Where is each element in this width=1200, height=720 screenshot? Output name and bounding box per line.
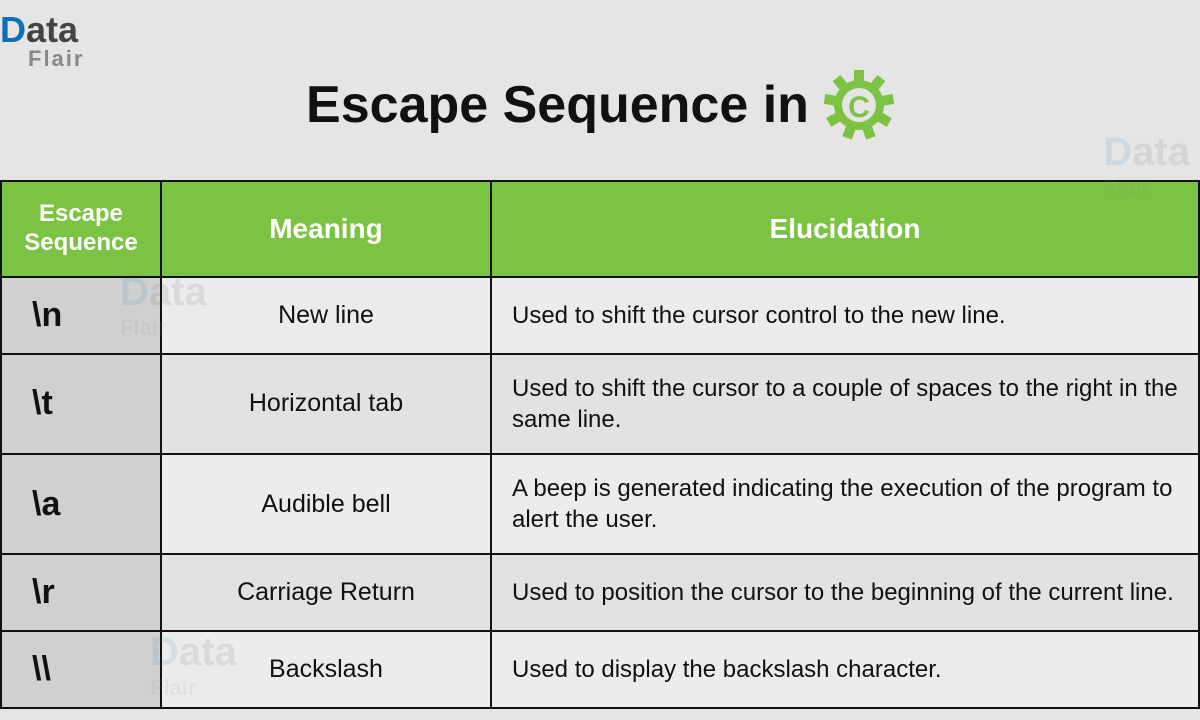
cell-elucidation: Used to display the backslash character. — [491, 631, 1199, 708]
page-title-wrap: Escape Sequence in — [0, 0, 1200, 180]
cell-seq: \t — [1, 354, 161, 454]
table-header-row: Escape Sequence Meaning Elucidation — [1, 181, 1199, 277]
table-row: \a Audible bell A beep is generated indi… — [1, 454, 1199, 554]
title-text: Escape Sequence in — [306, 75, 809, 135]
cell-seq: \r — [1, 554, 161, 631]
cell-meaning: Backslash — [161, 631, 491, 708]
cell-elucidation: Used to shift the cursor control to the … — [491, 277, 1199, 354]
cell-meaning: Audible bell — [161, 454, 491, 554]
page-title: Escape Sequence in — [306, 70, 894, 140]
table-row: \t Horizontal tab Used to shift the curs… — [1, 354, 1199, 454]
cell-meaning: Horizontal tab — [161, 354, 491, 454]
cell-meaning: New line — [161, 277, 491, 354]
header-escape-sequence: Escape Sequence — [1, 181, 161, 277]
cell-seq: \n — [1, 277, 161, 354]
svg-text:C: C — [848, 91, 870, 124]
table-row: \r Carriage Return Used to position the … — [1, 554, 1199, 631]
brand-logo: Data Flair — [0, 12, 84, 70]
table-row: \\ Backslash Used to display the backsla… — [1, 631, 1199, 708]
cell-seq: \a — [1, 454, 161, 554]
cell-meaning: Carriage Return — [161, 554, 491, 631]
header-meaning: Meaning — [161, 181, 491, 277]
c-gear-icon: C — [824, 70, 894, 140]
header-elucidation: Elucidation — [491, 181, 1199, 277]
cell-seq: \\ — [1, 631, 161, 708]
logo-rest: ata — [26, 9, 78, 50]
cell-elucidation: A beep is generated indicating the execu… — [491, 454, 1199, 554]
logo-letter: D — [0, 9, 26, 50]
cell-elucidation: Used to position the cursor to the begin… — [491, 554, 1199, 631]
cell-elucidation: Used to shift the cursor to a couple of … — [491, 354, 1199, 454]
table-row: \n New line Used to shift the cursor con… — [1, 277, 1199, 354]
escape-sequence-table: Escape Sequence Meaning Elucidation \n N… — [0, 180, 1200, 709]
logo-sub: Flair — [0, 48, 84, 70]
